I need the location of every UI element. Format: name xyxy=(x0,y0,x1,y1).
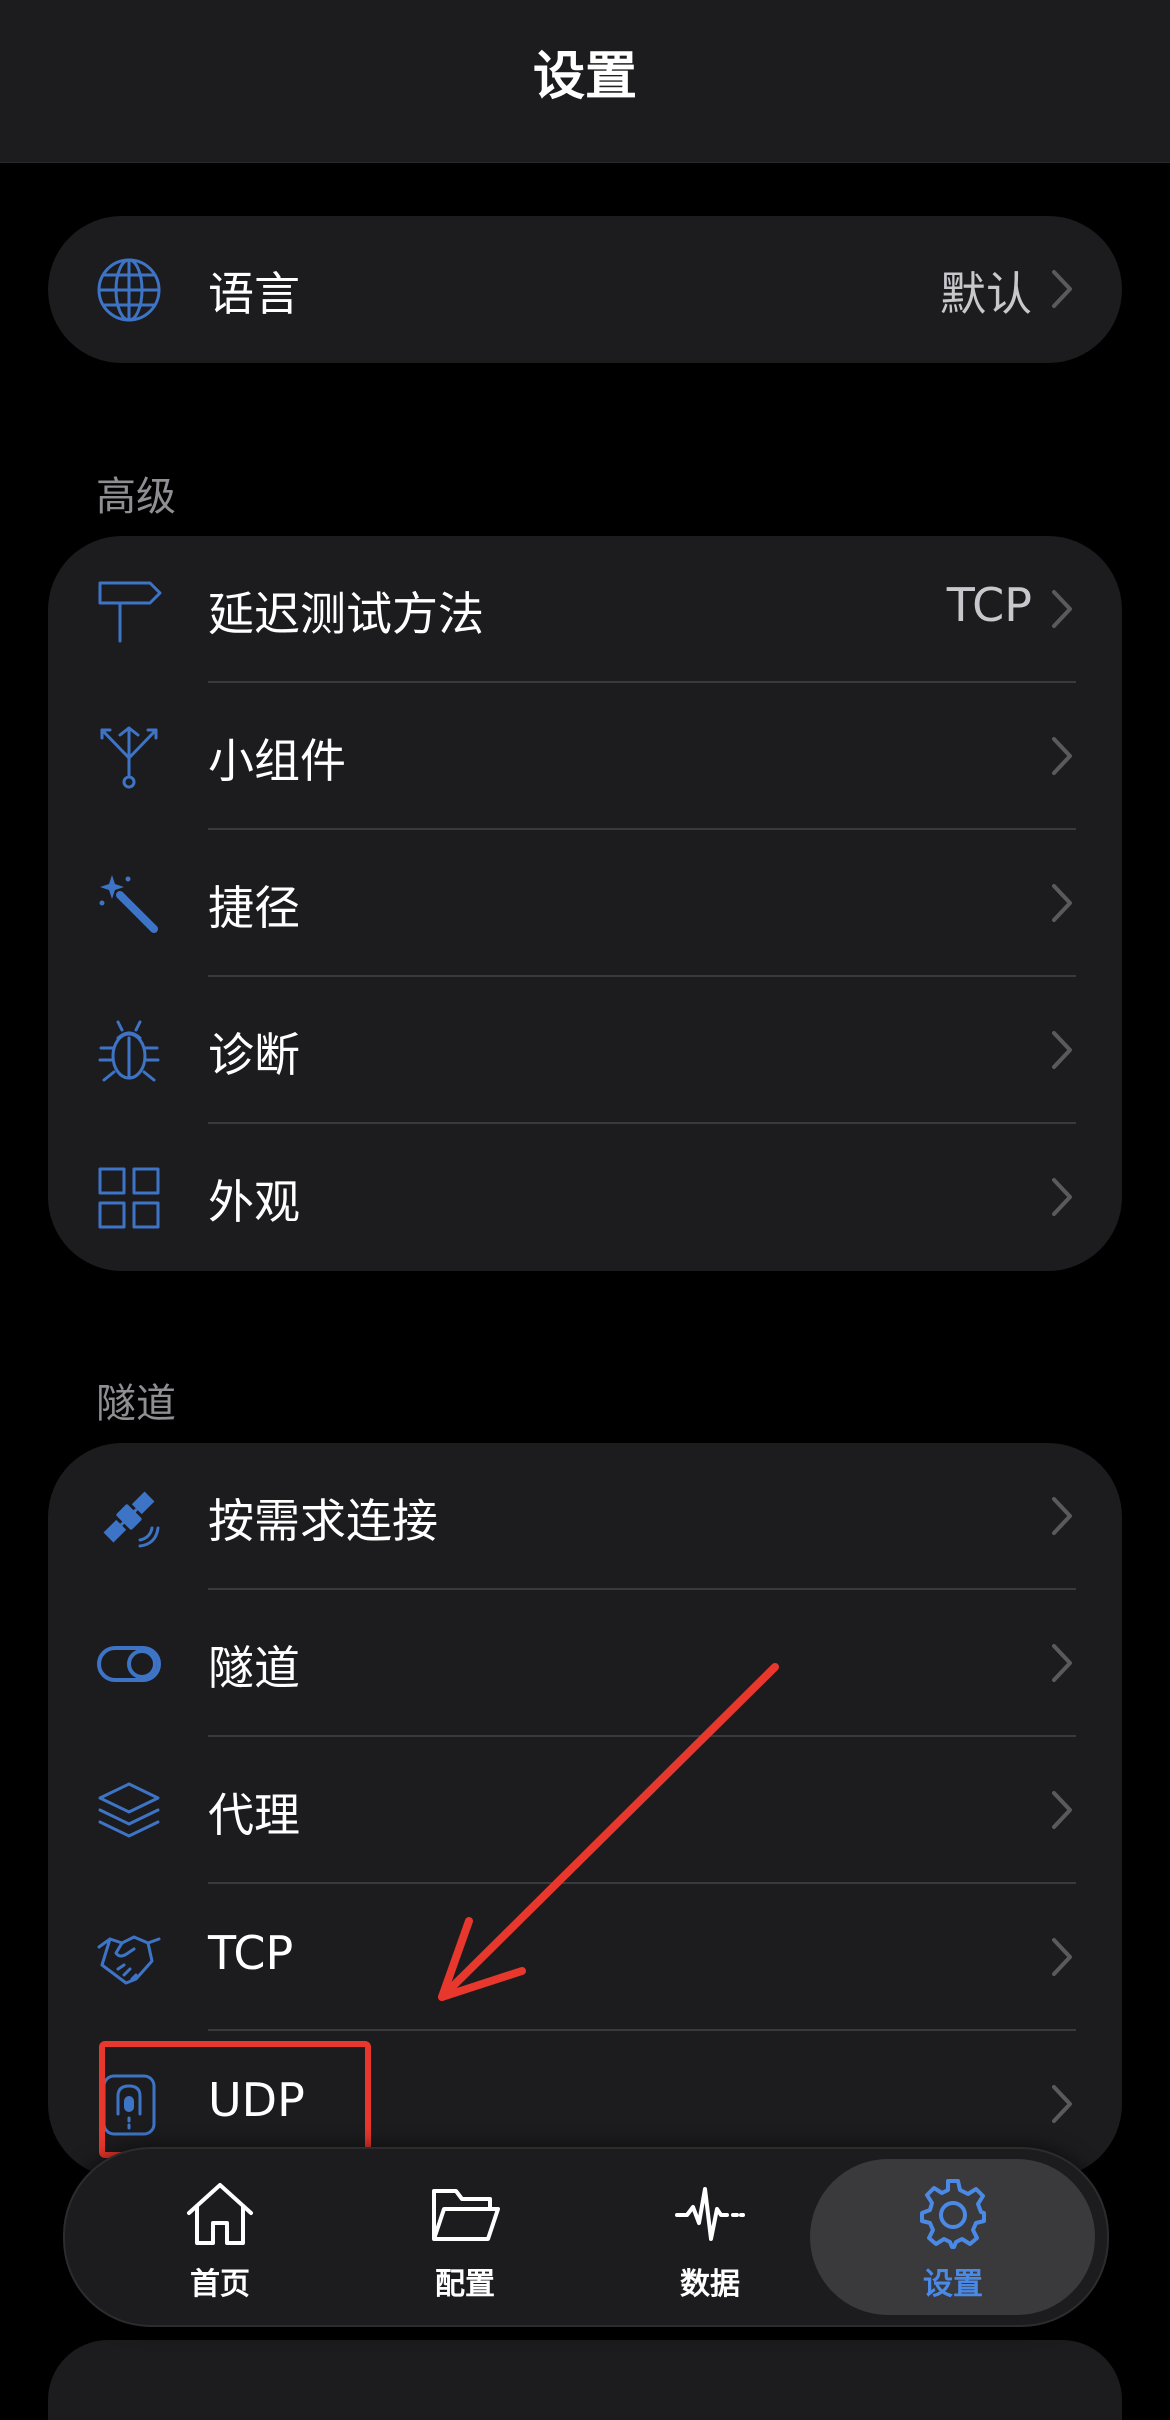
settings-row-widgets[interactable]: 小组件 xyxy=(48,683,1122,830)
handshake-icon xyxy=(96,1925,162,1991)
chevron-right-icon xyxy=(1052,1938,1072,1976)
settings-row-label: 延迟测试方法 xyxy=(208,587,484,641)
settings-row-label: TCP xyxy=(208,1926,294,1980)
grid-icon xyxy=(96,1165,162,1231)
settings-row-latency-test[interactable]: 延迟测试方法 TCP xyxy=(48,536,1122,683)
toggle-icon xyxy=(96,1631,162,1697)
settings-row-tcp[interactable]: TCP xyxy=(48,1884,1122,2031)
settings-row-language[interactable]: 语言 默认 xyxy=(48,216,1122,363)
signpost-icon xyxy=(96,577,162,643)
chevron-right-icon xyxy=(1052,1178,1072,1216)
chevron-right-icon xyxy=(1052,884,1072,922)
chevron-right-icon xyxy=(1052,1031,1072,1069)
tab-settings[interactable]: 设置 xyxy=(843,2149,1063,2325)
settings-row-label: 代理 xyxy=(208,1788,300,1842)
tab-home[interactable]: 首页 xyxy=(110,2149,330,2325)
annotation-highlight-box xyxy=(99,2041,371,2158)
settings-row-appearance[interactable]: 外观 xyxy=(48,1124,1122,1271)
settings-row-value: TCP xyxy=(946,578,1032,632)
settings-row-tunnel[interactable]: 隧道 xyxy=(48,1590,1122,1737)
tab-data[interactable]: 数据 xyxy=(600,2149,820,2325)
settings-row-proxy[interactable]: 代理 xyxy=(48,1737,1122,1884)
tab-label: 配置 xyxy=(435,2267,495,2302)
settings-row-label: 外观 xyxy=(208,1175,300,1229)
chevron-right-icon xyxy=(1052,1791,1072,1829)
folder-icon xyxy=(432,2189,500,2241)
tab-profiles[interactable]: 配置 xyxy=(355,2149,575,2325)
settings-row-diagnostics[interactable]: 诊断 xyxy=(48,977,1122,1124)
settings-row-label: 按需求连接 xyxy=(208,1494,438,1548)
chevron-right-icon xyxy=(1052,2085,1072,2123)
section-header-tunnel: 隧道 xyxy=(96,1381,176,1427)
fork-icon xyxy=(96,724,162,790)
advanced-card: 延迟测试方法 TCP 小组件 捷径 诊断 外观 xyxy=(48,536,1122,1271)
language-card: 语言 默认 xyxy=(48,216,1122,363)
settings-row-label: 诊断 xyxy=(208,1028,300,1082)
chevron-right-icon xyxy=(1052,737,1072,775)
gear-icon xyxy=(920,2179,986,2249)
tab-label: 设置 xyxy=(923,2267,983,2302)
layers-icon xyxy=(96,1778,162,1844)
globe-icon xyxy=(96,257,162,323)
settings-row-label: 捷径 xyxy=(208,881,300,935)
page-title: 设置 xyxy=(532,47,637,107)
bug-icon xyxy=(96,1018,162,1084)
magic-wand-icon xyxy=(96,871,162,937)
chevron-right-icon xyxy=(1052,1497,1072,1535)
settings-row-on-demand[interactable]: 按需求连接 xyxy=(48,1443,1122,1590)
satellite-icon xyxy=(96,1484,162,1550)
tab-label: 首页 xyxy=(190,2267,250,2302)
settings-row-shortcuts[interactable]: 捷径 xyxy=(48,830,1122,977)
next-card-partial xyxy=(48,2340,1122,2420)
tab-label: 数据 xyxy=(680,2267,740,2302)
settings-row-label: 语言 xyxy=(208,267,300,321)
settings-row-value: 默认 xyxy=(940,267,1032,321)
chevron-right-icon xyxy=(1052,1644,1072,1682)
settings-row-label: 隧道 xyxy=(208,1641,300,1695)
home-icon xyxy=(187,2183,253,2245)
navigation-bar: 设置 xyxy=(0,0,1170,163)
settings-row-label: 小组件 xyxy=(208,734,346,788)
tab-bar: 首页 配置 数据 设置 xyxy=(63,2147,1109,2327)
pulse-icon xyxy=(675,2187,745,2241)
chevron-right-icon xyxy=(1052,270,1072,308)
section-header-advanced: 高级 xyxy=(96,474,176,520)
chevron-right-icon xyxy=(1052,590,1072,628)
